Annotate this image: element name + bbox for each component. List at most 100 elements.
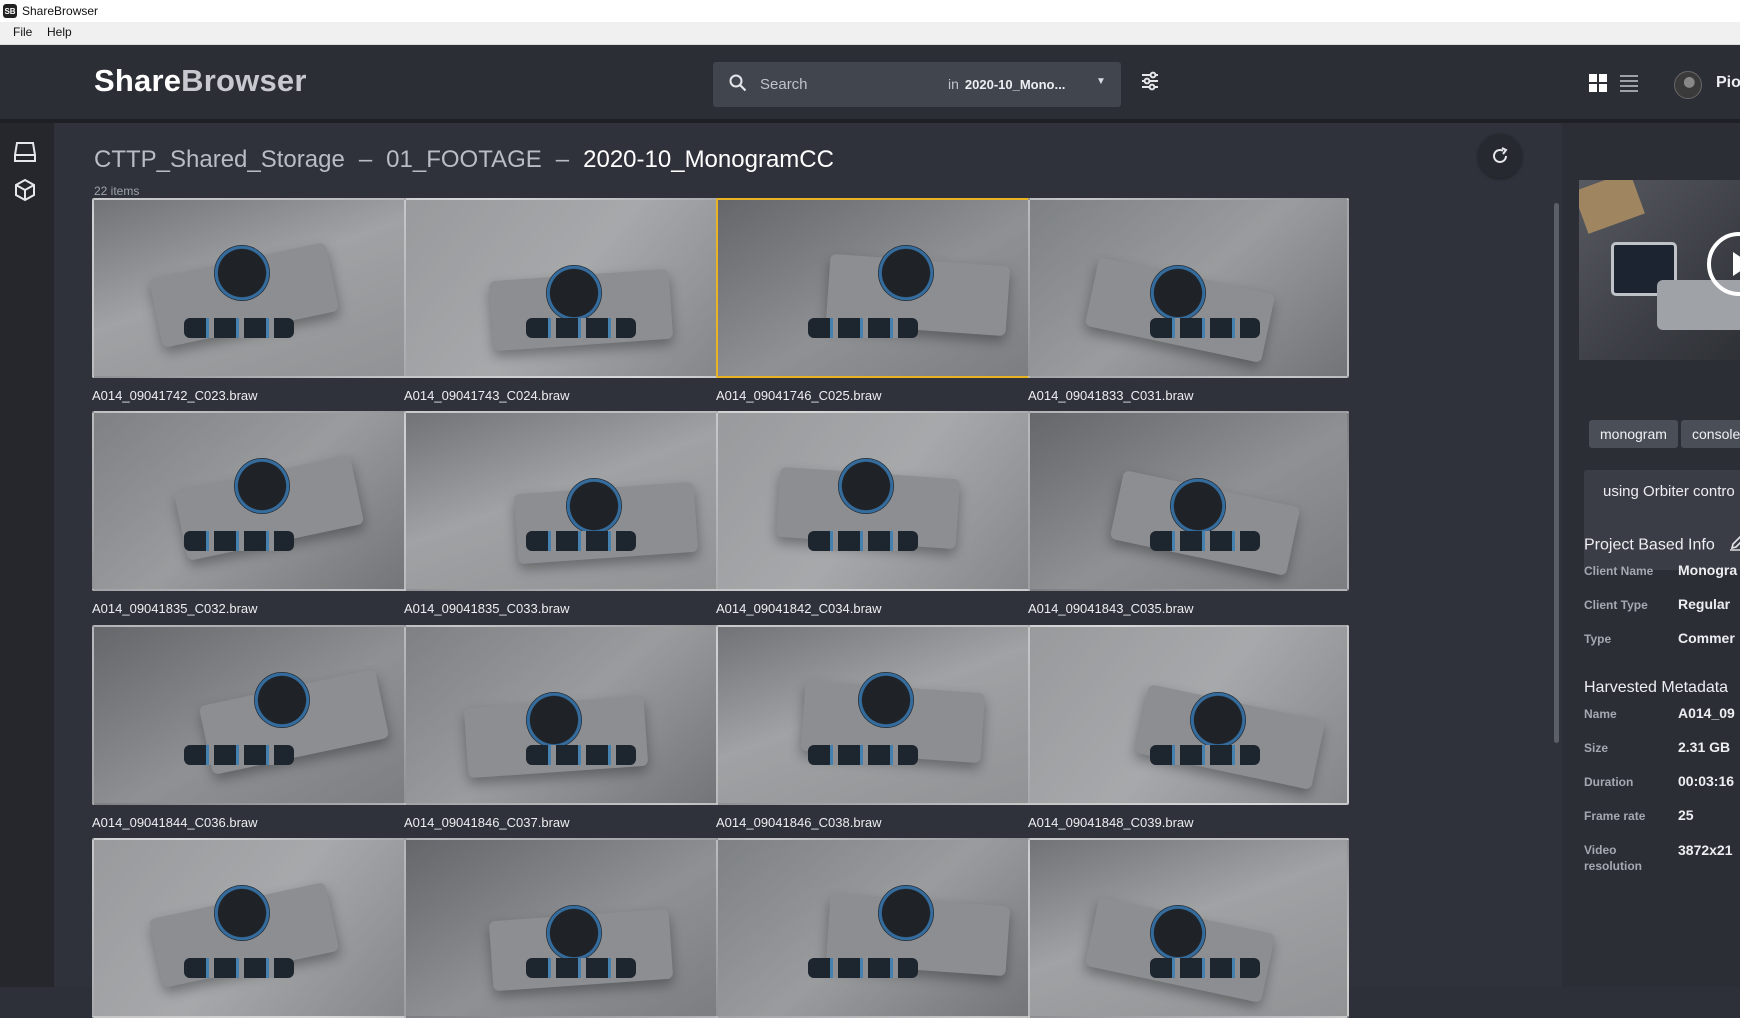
breadcrumb-storage[interactable]: CTTP_Shared_Storage <box>94 146 345 173</box>
window-title-bar: SB ShareBrowser <box>0 0 1740 22</box>
app-icon: SB <box>3 4 17 18</box>
thumbnail-shade <box>1030 627 1347 803</box>
file-name[interactable]: A014_09041842_C034.braw <box>716 601 1037 616</box>
file-tile[interactable]: A014_09041746_C025.braw <box>716 198 1037 403</box>
user-name[interactable]: Piot <box>1716 74 1740 92</box>
video-preview[interactable] <box>1579 180 1740 360</box>
thumbnail-shade <box>94 840 411 1016</box>
file-name[interactable]: A014_09041746_C025.braw <box>716 388 1037 403</box>
type-value: Commer <box>1678 630 1735 646</box>
video-thumbnail[interactable] <box>716 838 1037 1018</box>
play-icon[interactable] <box>1707 232 1740 296</box>
tag-chip[interactable]: monogram <box>1589 420 1678 448</box>
user-avatar[interactable] <box>1674 71 1702 99</box>
details-panel: monogram console using Orbiter contro Pr… <box>1562 123 1740 987</box>
file-name[interactable]: A014_09041835_C032.braw <box>92 601 413 616</box>
video-thumbnail[interactable] <box>716 198 1037 378</box>
type-label: Type <box>1584 632 1612 646</box>
breadcrumb-separator: – <box>555 146 570 173</box>
file-browser-main: CTTP_Shared_Storage –01_FOOTAGE –2020-10_M… <box>54 123 1562 1018</box>
client-name-label: Client Name <box>1584 564 1654 578</box>
video-thumbnail[interactable] <box>1028 198 1349 378</box>
file-tile[interactable]: A014_09041742_C023.braw <box>92 198 413 403</box>
duration-value: 00:03:16 <box>1678 773 1735 789</box>
list-view-icon[interactable] <box>1620 74 1638 97</box>
file-tile[interactable]: A014_09041833_C031.braw <box>1028 198 1349 403</box>
file-name[interactable]: A014_09041844_C036.braw <box>92 815 413 830</box>
file-tile[interactable]: A014_09041848_C039.braw <box>1028 625 1349 830</box>
storage-drive-icon[interactable] <box>13 141 37 168</box>
thumbnail-shade <box>406 200 723 376</box>
duration-label: Duration <box>1584 775 1634 789</box>
video-thumbnail[interactable] <box>404 838 725 1018</box>
refresh-button[interactable] <box>1478 134 1522 178</box>
project-info-label: Project Based Info <box>1584 536 1715 554</box>
file-tile[interactable]: A014_09041835_C033.braw <box>404 411 725 616</box>
thumbnail-shade <box>406 627 723 803</box>
video-thumbnail[interactable] <box>716 625 1037 805</box>
search-scope-value: 2020-10_Mono... <box>964 77 1066 92</box>
video-thumbnail[interactable] <box>1028 411 1349 591</box>
video-thumbnail[interactable] <box>92 625 413 805</box>
video-thumbnail[interactable] <box>404 411 725 591</box>
edit-pencil-icon[interactable] <box>1729 535 1740 556</box>
client-type-label: Client Type <box>1584 598 1648 612</box>
video-thumbnail[interactable] <box>716 411 1037 591</box>
menu-help[interactable]: Help <box>47 25 72 39</box>
file-tile[interactable]: A014_09041846_C038.braw <box>716 625 1037 830</box>
breadcrumb-footage[interactable]: 01_FOOTAGE <box>386 146 542 173</box>
scope-chevron-down-icon[interactable]: ▼ <box>1096 76 1106 87</box>
filter-sliders-icon[interactable] <box>1140 71 1160 96</box>
window-title: ShareBrowser <box>22 4 99 18</box>
search-scope[interactable]: in 2020-10_Mono... <box>948 76 1065 92</box>
search-box[interactable]: Search in 2020-10_Mono... ▼ <box>713 62 1121 107</box>
size-value: 2.31 GB <box>1678 739 1731 755</box>
thumbnail-shade <box>1030 200 1347 376</box>
file-tile[interactable]: A014_09041842_C034.braw <box>716 411 1037 616</box>
sharebrowser-logo[interactable]: ShareBrowser <box>94 63 307 99</box>
menu-bar: File Help <box>0 22 1740 45</box>
file-tile[interactable]: A014_09041843_C035.braw <box>1028 411 1349 616</box>
file-tile[interactable] <box>92 838 413 1018</box>
file-name[interactable]: A014_09041846_C038.braw <box>716 815 1037 830</box>
file-tile[interactable]: A014_09041846_C037.braw <box>404 625 725 830</box>
video-thumbnail[interactable] <box>92 198 413 378</box>
breadcrumb-separator: – <box>358 146 373 173</box>
file-name[interactable]: A014_09041833_C031.braw <box>1028 388 1349 403</box>
project-info-title: Project Based Info <box>1584 535 1740 556</box>
file-tile[interactable] <box>1028 838 1349 1018</box>
video-thumbnail[interactable] <box>404 198 725 378</box>
video-thumbnail[interactable] <box>92 838 413 1018</box>
size-label: Size <box>1584 741 1609 755</box>
file-tile[interactable]: A014_09041743_C024.braw <box>404 198 725 403</box>
package-box-icon[interactable] <box>13 178 37 207</box>
scrollbar-thumb[interactable] <box>1554 203 1559 743</box>
grid-view-icon[interactable] <box>1589 74 1607 97</box>
left-nav-rail <box>0 123 54 987</box>
thumbnail-shade <box>718 840 1035 1016</box>
file-tile[interactable] <box>404 838 725 1018</box>
tag-chip[interactable]: console <box>1681 420 1740 448</box>
file-name[interactable]: A014_09041835_C033.braw <box>404 601 725 616</box>
menu-file[interactable]: File <box>13 25 32 39</box>
file-name[interactable]: A014_09041843_C035.braw <box>1028 601 1349 616</box>
file-name[interactable]: A014_09041848_C039.braw <box>1028 815 1349 830</box>
thumbnail-shade <box>94 413 411 589</box>
video-thumbnail[interactable] <box>404 625 725 805</box>
video-resolution-value: 3872x21 <box>1678 842 1733 858</box>
video-thumbnail[interactable] <box>1028 625 1349 805</box>
file-name[interactable]: A014_09041742_C023.braw <box>92 388 413 403</box>
thumbnail-shade <box>718 200 1035 376</box>
file-name[interactable]: A014_09041846_C037.braw <box>404 815 725 830</box>
file-tile[interactable]: A014_09041835_C032.braw <box>92 411 413 616</box>
search-placeholder[interactable]: Search <box>760 76 808 93</box>
harvested-metadata-title: Harvested Metadata <box>1584 679 1729 696</box>
file-tile[interactable] <box>716 838 1037 1018</box>
video-thumbnail[interactable] <box>1028 838 1349 1018</box>
file-name[interactable]: A014_09041743_C024.braw <box>404 388 725 403</box>
video-thumbnail[interactable] <box>92 411 413 591</box>
thumbnail-shade <box>406 413 723 589</box>
file-tile[interactable]: A014_09041844_C036.braw <box>92 625 413 830</box>
thumbnail-shade <box>718 413 1035 589</box>
thumbnail-shade <box>94 627 411 803</box>
